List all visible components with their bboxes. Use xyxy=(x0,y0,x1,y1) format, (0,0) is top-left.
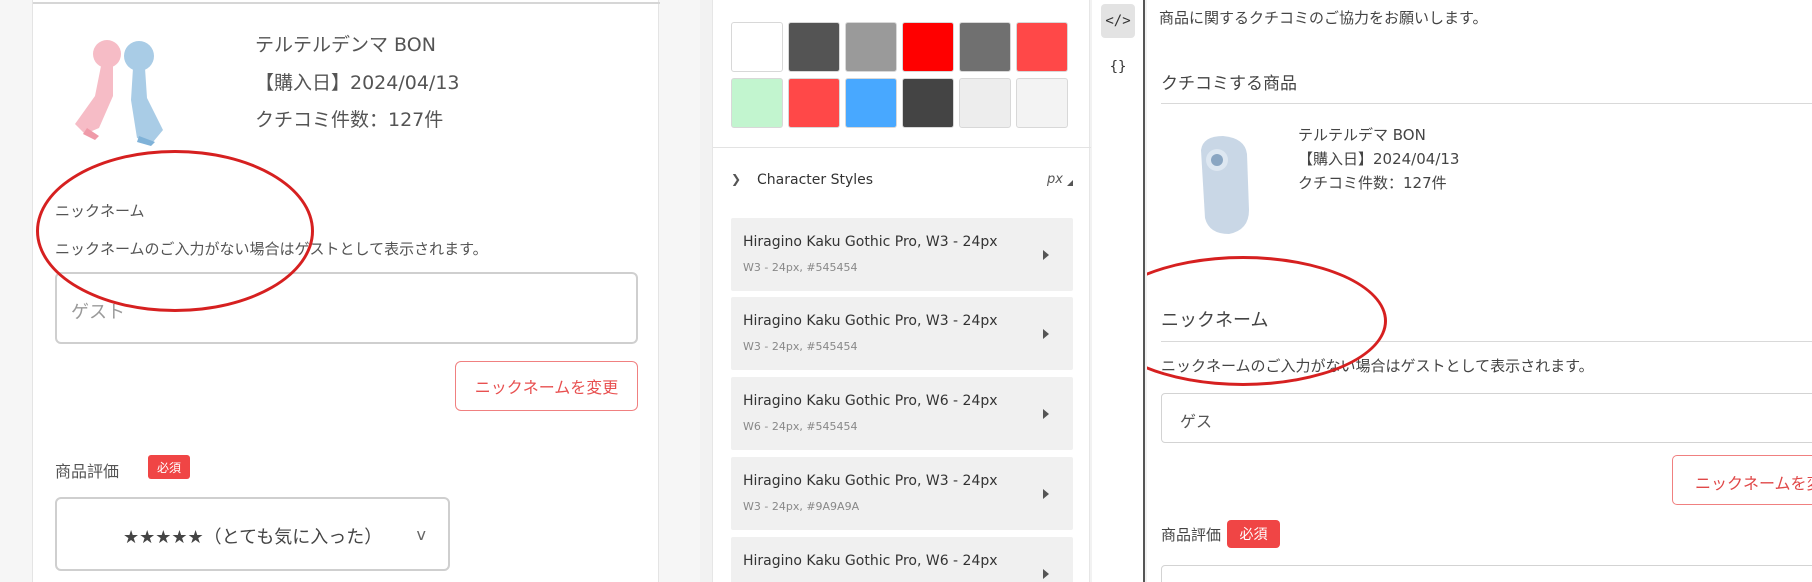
mock-purchase-date: 【購入日】2024/04/13 xyxy=(255,72,460,94)
color-swatch[interactable] xyxy=(788,22,840,72)
blue-massager-shape xyxy=(124,41,163,146)
mock-review-count: クチコミ件数：127件 xyxy=(255,109,444,131)
caret-right-icon xyxy=(1043,409,1049,419)
preview-nickname-input[interactable]: ゲス xyxy=(1161,393,1812,443)
inspector-panel: ❯ Character Styles px Hiragino Kaku Goth… xyxy=(712,0,1091,582)
panel-divider xyxy=(713,147,1091,148)
tool-strip: </> {} xyxy=(1092,0,1145,582)
preview-review-count: クチコミ件数：127件 xyxy=(1298,174,1447,192)
annotation-ellipse xyxy=(36,150,314,312)
preview-rating-label: 商品評価 xyxy=(1161,526,1222,544)
caret-right-icon xyxy=(1043,489,1049,499)
html-preview: 商品に関するクチコミのご協力をお願いします。 クチコミする商品 テルテルデマ B… xyxy=(1147,0,1812,582)
section-divider xyxy=(1161,103,1812,104)
corner-triangle-icon xyxy=(1067,180,1073,186)
style-desc: W3 - 24px, #9A9A9A xyxy=(743,500,860,513)
character-style-item[interactable]: Hiragino Kaku Gothic Pro, W3 - 24px W3 -… xyxy=(731,218,1073,291)
color-swatch[interactable] xyxy=(959,22,1011,72)
color-swatch[interactable] xyxy=(959,78,1011,128)
unit-label[interactable]: px xyxy=(1047,172,1063,187)
color-swatch[interactable] xyxy=(1016,78,1068,128)
preview-section-title: クチコミする商品 xyxy=(1161,74,1297,94)
pink-massager-shape xyxy=(75,40,121,140)
character-styles-title: Character Styles xyxy=(757,172,874,188)
mock-rating-value: ★★★★★（とても気に入った） xyxy=(123,527,383,548)
preview-intro-text: 商品に関するクチコミのご協力をお願いします。 xyxy=(1159,9,1488,27)
mock-required-badge: 必須 xyxy=(148,455,190,479)
preview-purchase-date: 【購入日】2024/04/13 xyxy=(1298,150,1460,168)
character-style-item[interactable]: Hiragino Kaku Gothic Pro, W6 - 24px xyxy=(731,537,1073,582)
preview-change-nickname-button[interactable]: ニックネームを変 xyxy=(1672,455,1812,505)
preview-required-badge: 必須 xyxy=(1227,520,1280,548)
character-styles-header[interactable]: ❯ Character Styles px xyxy=(731,170,1073,194)
character-style-item[interactable]: Hiragino Kaku Gothic Pro, W3 - 24px W3 -… xyxy=(731,457,1073,530)
color-swatch[interactable] xyxy=(731,78,783,128)
style-desc: W3 - 24px, #545454 xyxy=(743,261,858,274)
preview-product-name: テルテルデマ BON xyxy=(1298,126,1426,144)
style-desc: W6 - 24px, #545454 xyxy=(743,420,858,433)
color-swatch[interactable] xyxy=(731,22,783,72)
chevron-down-icon: v xyxy=(416,525,426,544)
style-name: Hiragino Kaku Gothic Pro, W6 - 24px xyxy=(743,393,998,409)
caret-right-icon xyxy=(1043,329,1049,339)
character-style-item[interactable]: Hiragino Kaku Gothic Pro, W3 - 24px W3 -… xyxy=(731,297,1073,370)
style-desc: W3 - 24px, #545454 xyxy=(743,340,858,353)
color-swatch[interactable] xyxy=(845,22,897,72)
mock-rating-label: 商品評価 xyxy=(55,462,120,481)
json-icon[interactable]: {} xyxy=(1101,50,1135,84)
design-artboard: テルテルデンマ BON 【購入日】2024/04/13 クチコミ件数：127件 … xyxy=(0,0,700,582)
style-name: Hiragino Kaku Gothic Pro, W3 - 24px xyxy=(743,313,998,329)
color-swatch[interactable] xyxy=(902,78,954,128)
workspace: テルテルデンマ BON 【購入日】2024/04/13 クチコミ件数：127件 … xyxy=(0,0,1812,582)
color-swatch[interactable] xyxy=(902,22,954,72)
mock-rating-select[interactable]: ★★★★★（とても気に入った） v xyxy=(55,497,450,571)
style-name: Hiragino Kaku Gothic Pro, W6 - 24px xyxy=(743,553,998,569)
mockup-top-divider xyxy=(33,0,660,4)
style-name: Hiragino Kaku Gothic Pro, W3 - 24px xyxy=(743,234,998,250)
mock-product-name: テルテルデンマ BON xyxy=(255,34,436,56)
color-swatch[interactable] xyxy=(788,78,840,128)
mock-change-nickname-button[interactable]: ニックネームを変更 xyxy=(455,361,638,411)
code-icon[interactable]: </> xyxy=(1101,4,1135,38)
color-swatch[interactable] xyxy=(1016,22,1068,72)
character-style-item[interactable]: Hiragino Kaku Gothic Pro, W6 - 24px W6 -… xyxy=(731,377,1073,450)
product-image xyxy=(75,40,163,146)
caret-right-icon xyxy=(1043,250,1049,260)
style-name: Hiragino Kaku Gothic Pro, W3 - 24px xyxy=(743,473,998,489)
caret-right-icon xyxy=(1043,569,1049,579)
chevron-down-icon: ❯ xyxy=(731,172,742,186)
preview-rating-select[interactable] xyxy=(1161,565,1812,582)
color-swatch[interactable] xyxy=(845,78,897,128)
preview-product-image xyxy=(1201,136,1249,234)
